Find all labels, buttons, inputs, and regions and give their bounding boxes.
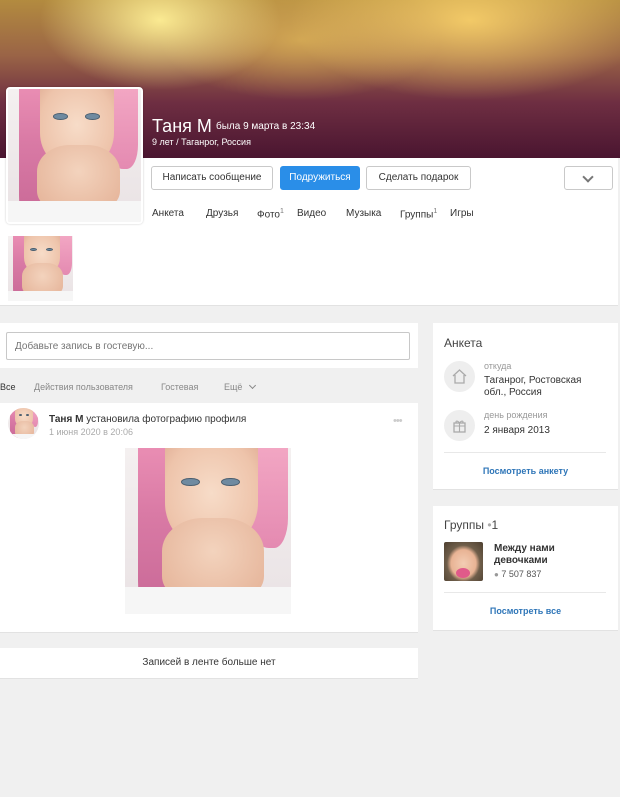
nav-item-games[interactable]: Игры xyxy=(450,208,474,219)
tab-guestbook[interactable]: Гостевая xyxy=(161,382,198,392)
tab-all[interactable]: Все xyxy=(0,382,16,392)
profile-name[interactable]: Таня М xyxy=(152,116,212,137)
divider xyxy=(444,452,606,453)
post-action-text: установила фотографию профиля xyxy=(86,414,247,425)
home-icon xyxy=(444,361,475,392)
group-members: ● 7 507 837 xyxy=(494,569,542,579)
chevron-down-icon xyxy=(248,381,257,390)
about-birthday-value: 2 января 2013 xyxy=(484,425,550,436)
tab-user-actions[interactable]: Действия пользователя xyxy=(34,382,133,392)
group-avatar[interactable] xyxy=(444,542,483,581)
nav-item-videos[interactable]: Видео xyxy=(297,208,326,219)
photo-thumbnail[interactable] xyxy=(8,236,73,301)
chevron-down-icon xyxy=(582,171,594,183)
groups-title[interactable]: Группы •1 xyxy=(444,518,498,532)
send-gift-button[interactable]: Сделать подарок xyxy=(366,166,471,190)
about-birthday-label: день рождения xyxy=(484,410,548,420)
feed-end-message: Записей в ленте больше нет xyxy=(0,648,418,679)
view-all-groups-link[interactable]: Посмотреть все xyxy=(433,606,618,616)
avatar-photo xyxy=(8,89,141,222)
about-from-label: откуда xyxy=(484,361,512,371)
more-actions-button[interactable] xyxy=(564,166,613,190)
post-author-name[interactable]: Таня М xyxy=(49,414,83,425)
view-profile-link[interactable]: Посмотреть анкету xyxy=(433,466,618,476)
nav-item-groups[interactable]: Группы1 xyxy=(400,208,437,220)
divider xyxy=(444,592,606,593)
profile-avatar[interactable] xyxy=(6,87,143,224)
post-header: Таня М установила фотографию профиля xyxy=(49,414,246,425)
person-icon: ● xyxy=(494,570,499,579)
post-author-avatar[interactable] xyxy=(8,408,39,439)
nav-count: 1 xyxy=(279,208,284,215)
post-photo[interactable] xyxy=(125,448,291,614)
add-friend-button[interactable]: Подружиться xyxy=(280,166,360,190)
about-title[interactable]: Анкета xyxy=(444,336,482,350)
nav-item-about[interactable]: Анкета xyxy=(152,208,184,219)
post-menu-icon[interactable]: ••• xyxy=(393,415,403,427)
tab-more[interactable]: Ещё xyxy=(224,382,242,392)
about-from-value: Таганрог, Ростовская обл., Россия xyxy=(484,375,582,398)
profile-age-location: 9 лет / Таганрог, Россия xyxy=(152,137,251,147)
nav-item-music[interactable]: Музыка xyxy=(346,208,381,219)
nav-item-friends[interactable]: Друзья xyxy=(206,208,238,219)
send-message-button[interactable]: Написать сообщение xyxy=(151,166,273,190)
nav-count: 1 xyxy=(433,208,438,215)
last-seen-status: была 9 марта в 23:34 xyxy=(216,121,316,132)
group-name[interactable]: Между нами девочками xyxy=(494,543,594,567)
gift-icon xyxy=(444,410,475,441)
post-date[interactable]: 1 июня 2020 в 20:06 xyxy=(49,427,133,437)
nav-item-photos[interactable]: Фото1 xyxy=(257,208,284,220)
guestbook-input[interactable] xyxy=(6,332,410,360)
